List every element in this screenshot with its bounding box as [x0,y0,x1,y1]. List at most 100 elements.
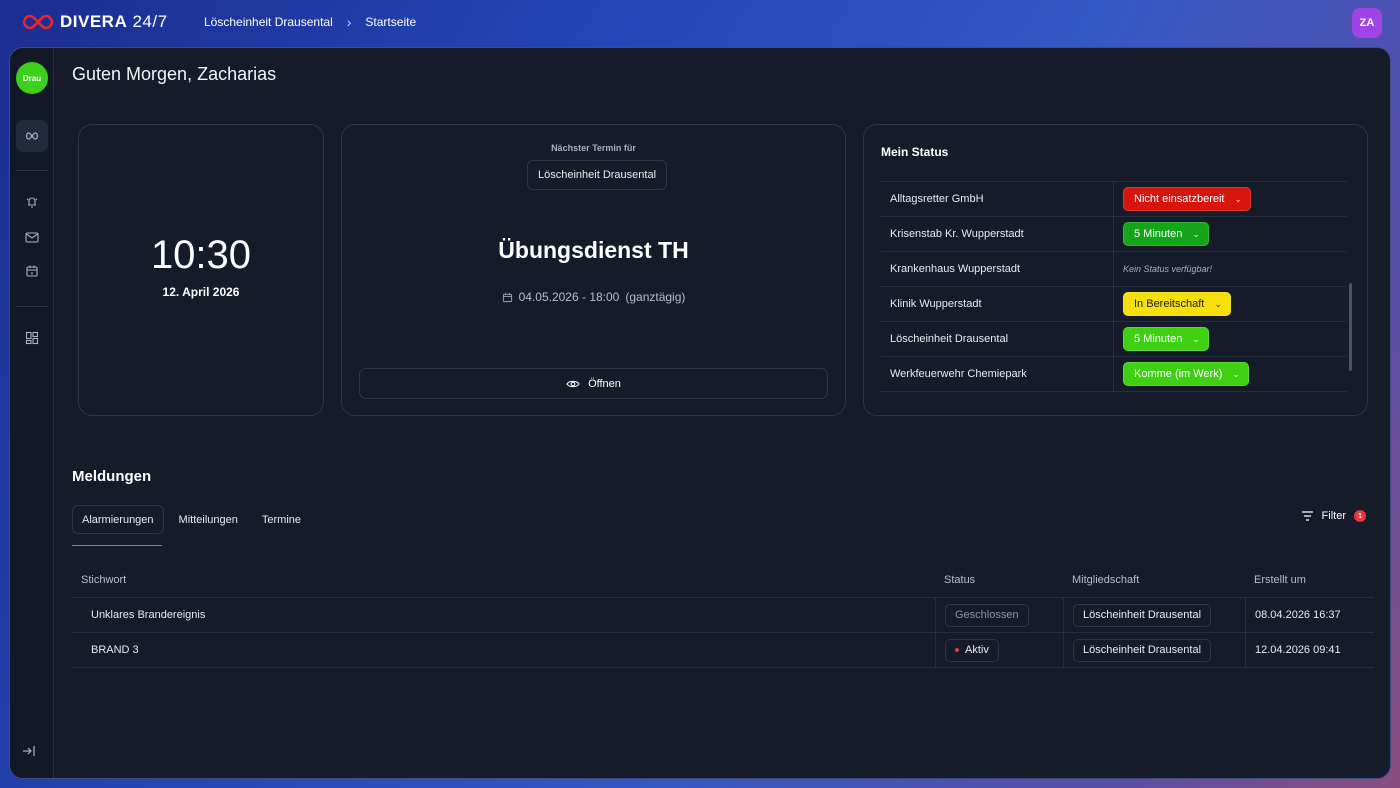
cell-membership: Löscheinheit Drausental [1063,633,1245,667]
my-status-card: Mein Status Alltagsretter GmbH Nicht eins… [863,124,1368,416]
tab-termine[interactable]: Termine [253,505,310,534]
chevron-down-icon: ⌄ [1234,193,1243,204]
status-badge: Geschlossen [945,603,1029,627]
mail-icon [25,232,39,243]
status-org-name: Werkfeuerwehr Chemiepark [881,357,1114,391]
status-badge-label: Geschlossen [955,609,1019,621]
sidebar: Drau [10,48,54,778]
event-title: Übungsdienst TH [498,237,689,263]
status-list-scrollbar[interactable] [1349,283,1352,371]
status-value-cell: Nicht einsatzbereit ⌄ [1114,182,1252,216]
status-org-name: Klinik Wupperstadt [881,287,1114,321]
sidebar-item-widgets[interactable] [16,322,48,354]
status-org-name: Löscheinheit Drausental [881,322,1114,356]
status-value-cell: In Bereitschaft ⌄ [1114,287,1231,321]
cell-status: Geschlossen [935,598,1063,632]
app-frame: Drau Guten Morgen, Zacharias 10:30 12. A… [9,47,1391,779]
org-badge[interactable]: Drau [16,62,48,94]
filter-icon [1301,511,1313,521]
cell-keyword: Unklares Brandereignis [91,609,206,621]
status-value-cell: Komme (im Werk) ⌄ [1114,357,1249,391]
open-event-label: Öffnen [588,377,621,390]
filter-count-badge: 1 [1354,510,1366,522]
sidebar-divider [16,170,48,171]
eye-icon [566,380,580,387]
next-event-card: Nächster Termin für Löscheinheit Drausen… [341,124,846,416]
cell-membership: Löscheinheit Drausental [1063,598,1245,632]
status-value-cell: 5 Minuten ⌄ [1114,322,1209,356]
sidebar-divider [16,306,48,307]
membership-badge: Löscheinheit Drausental [1073,638,1212,662]
status-select[interactable]: Komme (im Werk) ⌄ [1123,362,1249,386]
event-allday: (ganztägig) [625,290,686,304]
status-select-label: Komme (im Werk) [1134,368,1223,380]
status-select-label: 5 Minuten [1134,333,1183,345]
column-status[interactable]: Status [935,574,1063,586]
status-row: Werkfeuerwehr Chemiepark Komme (im Werk) ⌄ [881,357,1347,392]
status-select[interactable]: 5 Minuten ⌄ [1123,327,1209,351]
table-row[interactable]: BRAND 3 Aktiv Löscheinheit Drausental 12.04… [72,633,1374,668]
logo[interactable]: DIVERA 24/7 [22,12,168,32]
status-select[interactable]: 5 Minuten ⌄ [1123,222,1209,246]
infinity-icon [26,132,38,140]
clock-time: 10:30 [150,233,252,277]
my-status-title: Mein Status [881,145,949,159]
status-row: Alltagsretter GmbH Nicht einsatzbereit ⌄ [881,182,1347,217]
breadcrumb-page[interactable]: Startseite [365,15,416,29]
chevron-right-icon: › [346,14,352,30]
column-stichwort[interactable]: Stichwort [72,574,935,586]
active-dot-icon [955,648,959,652]
membership-badge: Löscheinheit Drausental [1073,603,1212,627]
status-select[interactable]: Nicht einsatzbereit ⌄ [1123,187,1252,211]
status-row: Löscheinheit Drausental 5 Minuten ⌄ [881,322,1347,357]
alarms-table: Stichwort Status Mitgliedschaft Erstellt… [72,563,1374,668]
clock-date: 12. April 2026 [162,285,240,299]
sidebar-item-dashboard[interactable] [16,120,48,152]
status-select-label: Nicht einsatzbereit [1134,193,1225,205]
chevron-down-icon: ⌄ [1214,298,1222,309]
main-content: Guten Morgen, Zacharias 10:30 12. April … [54,48,1390,778]
calendar-icon [502,292,512,302]
status-value-cell: 5 Minuten ⌄ [1114,217,1209,251]
alarm-bell-icon [26,197,38,208]
user-avatar[interactable]: ZA [1352,8,1382,38]
next-event-unit[interactable]: Löscheinheit Drausental [527,160,668,190]
filter-button[interactable]: Filter 1 [1301,510,1366,522]
cell-status: Aktiv [935,633,1063,667]
status-select[interactable]: In Bereitschaft ⌄ [1123,292,1231,316]
calendar-icon [26,265,38,277]
status-select-label: 5 Minuten [1134,228,1183,240]
active-tab-indicator [72,545,162,546]
column-mitgliedschaft[interactable]: Mitgliedschaft [1063,574,1245,586]
messages-title: Meldungen [72,468,152,485]
table-row[interactable]: Unklares Brandereignis Geschlossen Löschei… [72,598,1374,633]
open-event-button[interactable]: Öffnen [359,368,828,399]
column-erstellt[interactable]: Erstellt um [1245,574,1374,586]
cell-created: 12.04.2026 09:41 [1245,633,1374,667]
tab-mitteilungen[interactable]: Mitteilungen [170,505,247,534]
chevron-down-icon: ⌄ [1232,368,1240,379]
breadcrumb-unit[interactable]: Löscheinheit Drausental [204,15,333,29]
cell-created: 08.04.2026 16:37 [1245,598,1374,632]
sidebar-item-messages[interactable] [16,221,48,253]
sidebar-item-calendar[interactable] [16,255,48,287]
breadcrumb: Löscheinheit Drausental › Startseite [204,15,416,29]
dashboard-grid-icon [25,331,39,345]
status-org-name: Krankenhaus Wupperstadt [881,252,1114,286]
greeting: Guten Morgen, Zacharias [72,64,277,84]
status-select-label: In Bereitschaft [1134,298,1205,310]
status-org-name: Alltagsretter GmbH [881,182,1114,216]
collapse-sidebar-button[interactable] [22,744,36,762]
sidebar-item-alarms[interactable] [16,186,48,218]
status-list: Alltagsretter GmbH Nicht einsatzbereit ⌄ Kr… [881,181,1347,392]
clock-card: 10:30 12. April 2026 [78,124,324,416]
infinity-logo-icon [22,14,54,30]
status-value-cell: Kein Status verfügbar! [1114,252,1212,286]
status-badge: Aktiv [945,638,999,662]
tab-alarmierungen[interactable]: Alarmierungen [72,505,164,534]
status-row: Klinik Wupperstadt In Bereitschaft ⌄ [881,287,1347,322]
status-row: Krisenstab Kr. Wupperstadt 5 Minuten ⌄ [881,217,1347,252]
no-status-text: Kein Status verfügbar! [1123,264,1213,274]
messages-tabs: Alarmierungen Mitteilungen Termine [72,505,310,534]
top-bar: DIVERA 24/7 Löscheinheit Drausental › St… [0,0,1400,46]
